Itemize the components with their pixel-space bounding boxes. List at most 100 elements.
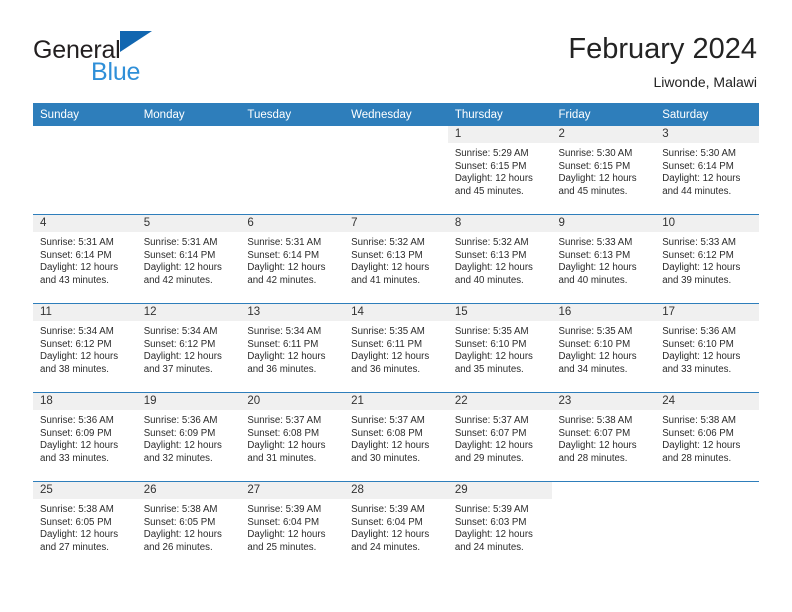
sunset-time: Sunset: 6:10 PM bbox=[454, 338, 527, 350]
daylight-duration-line1: Daylight: 12 hours bbox=[143, 262, 222, 274]
sunrise-time: Sunrise: 5:36 AM bbox=[40, 415, 114, 426]
sunset-time: Sunset: 6:04 PM bbox=[247, 516, 320, 528]
day-details: Sunrise: 5:39 AM Sunset: 6:04 PM Daylight:… bbox=[240, 499, 344, 554]
sunset-time: Sunset: 6:14 PM bbox=[143, 249, 216, 261]
calendar-day-cell[interactable]: 29 Sunrise: 5:39 AM Sunset: 6:03 PM Dayligh… bbox=[447, 481, 552, 570]
day-cell-inner: 27 Sunrise: 5:39 AM Sunset: 6:04 PM Dayligh… bbox=[240, 482, 345, 570]
day-number: 26 bbox=[136, 482, 241, 499]
daylight-duration-line1: Daylight: 12 hours bbox=[247, 529, 326, 541]
day-details: Sunrise: 5:31 AM Sunset: 6:14 PM Daylight:… bbox=[240, 232, 344, 287]
day-details: Sunrise: 5:32 AM Sunset: 6:13 PM Daylight:… bbox=[344, 232, 448, 287]
calendar-day-cell[interactable]: 23 Sunrise: 5:38 AM Sunset: 6:07 PM Dayligh… bbox=[551, 392, 656, 482]
calendar-day-cell[interactable]: 14 Sunrise: 5:35 AM Sunset: 6:11 PM Dayligh… bbox=[344, 303, 448, 393]
calendar-day-cell[interactable]: 5 Sunrise: 5:31 AM Sunset: 6:14 PM Daylight… bbox=[136, 214, 241, 304]
calendar-day-cell[interactable]: 24 Sunrise: 5:38 AM Sunset: 6:06 PM Dayligh… bbox=[655, 392, 759, 482]
day-number: 17 bbox=[655, 304, 759, 321]
calendar-day-cell[interactable]: 16 Sunrise: 5:35 AM Sunset: 6:10 PM Dayligh… bbox=[551, 303, 656, 393]
day-number: 13 bbox=[240, 304, 345, 321]
calendar-day-cell[interactable]: 25 Sunrise: 5:38 AM Sunset: 6:05 PM Dayligh… bbox=[33, 481, 137, 570]
calendar-day-cell[interactable]: 19 Sunrise: 5:36 AM Sunset: 6:09 PM Dayligh… bbox=[136, 392, 241, 482]
daylight-duration-line1: Daylight: 12 hours bbox=[247, 351, 326, 363]
logo-top-row: General bbox=[33, 31, 293, 64]
day-details: Sunrise: 5:37 AM Sunset: 6:08 PM Daylight:… bbox=[240, 410, 344, 465]
day-number: 10 bbox=[655, 215, 759, 232]
day-details: Sunrise: 5:37 AM Sunset: 6:07 PM Daylight:… bbox=[448, 410, 552, 465]
weekday-header-wednesday: Wednesday bbox=[344, 103, 448, 126]
daylight-duration-line1: Daylight: 12 hours bbox=[558, 440, 637, 452]
day-cell-inner bbox=[655, 482, 759, 570]
calendar-day-cell[interactable]: 15 Sunrise: 5:35 AM Sunset: 6:10 PM Dayligh… bbox=[447, 303, 552, 393]
general-blue-logo[interactable]: General Blue bbox=[33, 31, 293, 94]
daylight-duration-line1: Daylight: 12 hours bbox=[351, 440, 430, 452]
day-cell-inner: 23 Sunrise: 5:38 AM Sunset: 6:07 PM Dayligh… bbox=[551, 393, 656, 481]
calendar-cell-empty bbox=[551, 481, 656, 570]
daylight-duration-line2: and 42 minutes. bbox=[143, 274, 213, 286]
calendar-day-cell[interactable]: 26 Sunrise: 5:38 AM Sunset: 6:05 PM Dayligh… bbox=[136, 481, 241, 570]
sunset-time: Sunset: 6:13 PM bbox=[558, 249, 631, 261]
day-cell-inner: 11 Sunrise: 5:34 AM Sunset: 6:12 PM Dayligh… bbox=[33, 304, 137, 392]
day-cell-inner: 19 Sunrise: 5:36 AM Sunset: 6:09 PM Dayligh… bbox=[136, 393, 241, 481]
day-details: Sunrise: 5:35 AM Sunset: 6:10 PM Daylight:… bbox=[448, 321, 552, 376]
calendar-day-cell[interactable]: 13 Sunrise: 5:34 AM Sunset: 6:11 PM Dayligh… bbox=[240, 303, 345, 393]
daylight-duration-line2: and 45 minutes. bbox=[558, 185, 628, 197]
sunrise-time: Sunrise: 5:31 AM bbox=[40, 237, 114, 248]
sunset-time: Sunset: 6:11 PM bbox=[247, 338, 319, 350]
daylight-duration-line2: and 34 minutes. bbox=[558, 363, 628, 375]
day-number bbox=[551, 482, 656, 499]
calendar-day-cell[interactable]: 7 Sunrise: 5:32 AM Sunset: 6:13 PM Daylight… bbox=[344, 214, 448, 304]
calendar-day-cell[interactable]: 10 Sunrise: 5:33 AM Sunset: 6:12 PM Dayligh… bbox=[655, 214, 759, 304]
daylight-duration-line1: Daylight: 12 hours bbox=[40, 440, 119, 452]
day-details: Sunrise: 5:33 AM Sunset: 6:13 PM Daylight:… bbox=[552, 232, 656, 287]
sunset-time: Sunset: 6:10 PM bbox=[558, 338, 631, 350]
logo-text-blue: Blue bbox=[91, 58, 141, 86]
calendar-day-cell[interactable]: 6 Sunrise: 5:31 AM Sunset: 6:14 PM Daylight… bbox=[240, 214, 345, 304]
day-number: 29 bbox=[447, 482, 552, 499]
sunrise-time: Sunrise: 5:34 AM bbox=[247, 326, 322, 337]
day-cell-inner bbox=[33, 126, 137, 214]
calendar-day-cell[interactable]: 27 Sunrise: 5:39 AM Sunset: 6:04 PM Dayligh… bbox=[240, 481, 345, 570]
calendar-day-cell[interactable]: 17 Sunrise: 5:36 AM Sunset: 6:10 PM Dayligh… bbox=[655, 303, 759, 393]
sunset-time: Sunset: 6:09 PM bbox=[40, 427, 112, 439]
daylight-duration-line2: and 44 minutes. bbox=[662, 185, 732, 197]
sunrise-time: Sunrise: 5:37 AM bbox=[454, 415, 529, 426]
sunrise-time: Sunrise: 5:30 AM bbox=[558, 148, 633, 159]
day-number: 11 bbox=[33, 304, 137, 321]
calendar-day-cell[interactable]: 21 Sunrise: 5:37 AM Sunset: 6:08 PM Dayligh… bbox=[344, 392, 448, 482]
calendar-day-cell[interactable]: 2 Sunrise: 5:30 AM Sunset: 6:15 PM Daylight… bbox=[551, 126, 656, 215]
day-details: Sunrise: 5:36 AM Sunset: 6:10 PM Daylight:… bbox=[655, 321, 759, 376]
calendar-day-cell[interactable]: 18 Sunrise: 5:36 AM Sunset: 6:09 PM Dayligh… bbox=[33, 392, 137, 482]
day-cell-inner: 14 Sunrise: 5:35 AM Sunset: 6:11 PM Dayligh… bbox=[344, 304, 448, 392]
day-details: Sunrise: 5:38 AM Sunset: 6:06 PM Daylight:… bbox=[655, 410, 759, 465]
daylight-duration-line2: and 43 minutes. bbox=[40, 274, 109, 286]
calendar-day-cell[interactable]: 1 Sunrise: 5:29 AM Sunset: 6:15 PM Daylight… bbox=[447, 126, 552, 215]
day-cell-inner: 6 Sunrise: 5:31 AM Sunset: 6:14 PM Daylight… bbox=[240, 215, 345, 303]
calendar-day-cell[interactable]: 11 Sunrise: 5:34 AM Sunset: 6:12 PM Dayligh… bbox=[33, 303, 137, 393]
day-cell-inner: 5 Sunrise: 5:31 AM Sunset: 6:14 PM Daylight… bbox=[136, 215, 241, 303]
sunrise-time: Sunrise: 5:29 AM bbox=[454, 148, 529, 159]
sunset-time: Sunset: 6:07 PM bbox=[454, 427, 527, 439]
daylight-duration-line1: Daylight: 12 hours bbox=[454, 440, 533, 452]
calendar-cell-empty bbox=[33, 126, 137, 215]
calendar-day-cell[interactable]: 9 Sunrise: 5:33 AM Sunset: 6:13 PM Daylight… bbox=[551, 214, 656, 304]
calendar-day-cell[interactable]: 3 Sunrise: 5:30 AM Sunset: 6:14 PM Daylight… bbox=[655, 126, 759, 215]
daylight-duration-line2: and 26 minutes. bbox=[143, 541, 213, 553]
calendar-day-cell[interactable]: 8 Sunrise: 5:32 AM Sunset: 6:13 PM Daylight… bbox=[447, 214, 552, 304]
sunrise-time: Sunrise: 5:33 AM bbox=[558, 237, 633, 248]
day-details: Sunrise: 5:38 AM Sunset: 6:07 PM Daylight:… bbox=[552, 410, 656, 465]
day-number: 12 bbox=[136, 304, 241, 321]
day-number: 4 bbox=[33, 215, 137, 232]
sunrise-time: Sunrise: 5:39 AM bbox=[351, 504, 425, 515]
daylight-duration-line2: and 32 minutes. bbox=[143, 452, 213, 464]
sunrise-time: Sunrise: 5:30 AM bbox=[662, 148, 736, 159]
calendar-day-cell[interactable]: 4 Sunrise: 5:31 AM Sunset: 6:14 PM Daylight… bbox=[33, 214, 137, 304]
calendar-day-cell[interactable]: 22 Sunrise: 5:37 AM Sunset: 6:07 PM Dayligh… bbox=[447, 392, 552, 482]
calendar-day-cell[interactable]: 28 Sunrise: 5:39 AM Sunset: 6:04 PM Dayligh… bbox=[344, 481, 448, 570]
calendar-day-cell[interactable]: 12 Sunrise: 5:34 AM Sunset: 6:12 PM Dayligh… bbox=[136, 303, 241, 393]
calendar-table: Sunday Monday Tuesday Wednesday Thursday… bbox=[33, 103, 759, 570]
daylight-duration-line1: Daylight: 12 hours bbox=[662, 351, 741, 363]
day-cell-inner: 4 Sunrise: 5:31 AM Sunset: 6:14 PM Daylight… bbox=[33, 215, 137, 303]
day-number: 28 bbox=[344, 482, 448, 499]
day-cell-inner: 12 Sunrise: 5:34 AM Sunset: 6:12 PM Dayligh… bbox=[136, 304, 241, 392]
daylight-duration-line2: and 39 minutes. bbox=[662, 274, 732, 286]
calendar-day-cell[interactable]: 20 Sunrise: 5:37 AM Sunset: 6:08 PM Dayligh… bbox=[240, 392, 345, 482]
